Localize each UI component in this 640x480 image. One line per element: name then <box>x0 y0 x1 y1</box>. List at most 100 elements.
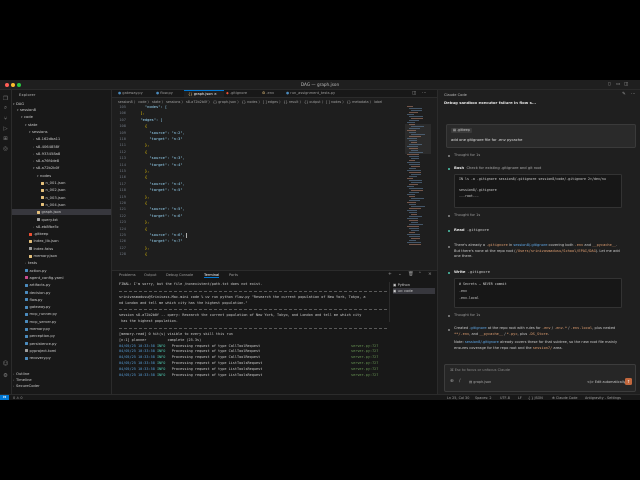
tree-file[interactable]: index_lib.json <box>12 238 111 244</box>
tree-folder[interactable]: › s8-eb8fbe5c <box>12 224 111 230</box>
layout-split-icon[interactable]: ◫ <box>624 82 628 87</box>
tab-env[interactable]: ⚙ .env <box>258 90 284 97</box>
tree-file[interactable]: flow.py <box>12 297 111 303</box>
minimap[interactable] <box>405 104 431 254</box>
end-of-line[interactable]: LF <box>518 396 522 400</box>
tree-file[interactable]: artifacts.py <box>12 282 111 288</box>
tab-gitignore[interactable]: ◆ .gitignore <box>222 90 260 97</box>
tab-gateway[interactable]: ● gateway.py <box>114 90 154 97</box>
log-timestamp: 04/05/25 10:33:58 <box>119 349 155 354</box>
tree-folder[interactable]: ▾session8 <box>12 107 111 113</box>
tree-folder[interactable]: ▾nodes <box>12 173 111 179</box>
tree-file[interactable]: graph.json <box>12 209 111 216</box>
indentation[interactable]: Spaces: 2 <box>475 396 491 400</box>
maximize-panel-icon[interactable]: ⌃ <box>418 272 422 277</box>
panel-tab-problems[interactable]: Problems <box>119 273 136 277</box>
kill-terminal-icon[interactable]: 🗑 <box>408 272 414 277</box>
more-icon[interactable]: ⋯ <box>631 92 636 97</box>
tree-folder[interactable]: › s8-4064858f <box>12 144 111 150</box>
antigravity-settings[interactable]: Antigravity - Settings <box>585 396 621 400</box>
tree-file[interactable]: decision.py <box>12 290 111 296</box>
tree-folder[interactable]: ▾state <box>12 122 111 128</box>
minimap-line <box>407 234 420 235</box>
claude-input[interactable]: ⌘ Esc to focus or unfocus Claude <box>450 368 510 372</box>
line-text: { <box>136 124 148 129</box>
securecoder-section[interactable]: › SecureCoder <box>13 383 111 389</box>
tree-file[interactable]: persistence.py <box>12 341 111 347</box>
layout-sidebar-icon[interactable]: ▯ <box>608 82 610 87</box>
minimap-line <box>409 144 422 145</box>
claude-status[interactable]: ✻ Claude Code <box>552 396 577 400</box>
tree-folder[interactable]: ▾sessions <box>12 129 111 135</box>
accounts-icon[interactable]: ☺ <box>2 360 9 367</box>
breadcrumb[interactable]: session8 〉 code 〉 state 〉 sessions 〉 s8-… <box>118 99 382 104</box>
bash-tool-output[interactable]: IN ls -a .gitignore session8/.gitignore … <box>454 174 622 208</box>
write-tool-output[interactable]: # Secrets — NEVER commit .env .env.local <box>454 278 622 308</box>
tree-file[interactable]: gateway.py <box>12 304 111 310</box>
tree-file[interactable]: memory.py <box>12 326 111 332</box>
tree-file[interactable]: mcp_runner.py <box>12 311 111 317</box>
run-debug-icon[interactable]: ▷ <box>2 125 9 132</box>
new-terminal-icon[interactable]: + <box>388 272 392 277</box>
tree-file[interactable]: agent_config.yaml <box>12 275 111 281</box>
terminal-output[interactable]: FINAL: I'm sorry, but the file /nonexist… <box>119 282 387 392</box>
log-message: Processing request of type ListToolsRequ… <box>171 366 263 371</box>
new-chat-icon[interactable]: ✎ <box>622 92 626 97</box>
claude-input-box[interactable]: ⌘ Esc to focus or unfocus Claude ⊕ / ▤ g… <box>444 364 636 392</box>
encoding[interactable]: UTF-8 <box>500 396 510 400</box>
session-title[interactable]: Debug sandbox executor failure in flow s… <box>444 100 536 105</box>
attached-file-chip[interactable]: ▤ .gitkeep <box>451 128 472 133</box>
tab-graph-json[interactable]: {} graph.json × <box>184 90 224 97</box>
send-icon[interactable]: ↑ <box>625 378 632 385</box>
tree-file[interactable]: memory.json <box>12 253 111 259</box>
terminal-dropdown-icon[interactable]: ⌄ <box>398 272 402 277</box>
tree-file[interactable]: action.py <box>12 268 111 274</box>
tree-file[interactable]: recovery.py <box>12 355 111 361</box>
panel-tab-debug-console[interactable]: Debug Console <box>166 273 193 277</box>
tree-folder[interactable]: › s8-a76f4de8 <box>12 158 111 164</box>
tab-run-assignment-tests[interactable]: ● run_assignment_tests.py <box>282 90 350 97</box>
tab-flow[interactable]: ● flow.py <box>152 90 186 97</box>
tree-file[interactable]: index.faiss <box>12 246 111 252</box>
tree-folder[interactable]: ▾s8-a72b2b0f <box>12 165 111 171</box>
tree-file[interactable]: n_003.json <box>12 195 111 201</box>
remote-icon[interactable]: ◎ <box>2 145 9 152</box>
code-view[interactable]: 105 "nodes": [106 ], 107 "edges": [108 {1… <box>112 104 437 258</box>
tree-file[interactable]: .gitkeep <box>12 231 111 237</box>
search-icon[interactable]: ⌕ <box>2 105 9 112</box>
tree-file[interactable]: n_001.json <box>12 180 111 186</box>
files-icon[interactable]: ❐ <box>2 95 9 102</box>
permission-mode-button[interactable]: </> Edit automatically <box>587 380 626 384</box>
tree-file[interactable]: n_002.json <box>12 187 111 193</box>
tree-file[interactable]: query.txt <box>12 217 111 223</box>
terminal-item-uv-code[interactable]: ▣ uv: code <box>393 288 435 294</box>
settings-icon[interactable]: ⚙ <box>2 372 9 379</box>
tree-folder[interactable]: › s8-162dba11 <box>12 136 111 142</box>
tree-folder[interactable]: ▾code <box>12 114 111 120</box>
panel-tab-ports[interactable]: Ports <box>229 273 238 277</box>
panel-tab-output[interactable]: Output <box>144 273 156 277</box>
minimap-line <box>411 166 420 167</box>
minimap-line <box>409 188 423 189</box>
close-panel-icon[interactable]: × <box>428 272 432 277</box>
tree-file[interactable]: pyproject.toml <box>12 348 111 354</box>
layout-panel-icon[interactable]: ▭ <box>616 82 620 87</box>
remote-indicator-icon[interactable]: ⋈ <box>0 395 9 400</box>
tree-file[interactable]: perception.py <box>12 333 111 339</box>
context-file-chip[interactable]: ▤ graph.json <box>469 380 491 384</box>
extensions-icon[interactable]: ⊞ <box>2 135 9 142</box>
panel-tab-terminal[interactable]: Terminal <box>204 273 220 278</box>
problems-indicator[interactable]: 0 ⚠ 0 <box>13 396 23 400</box>
close-tab-icon[interactable]: × <box>214 92 217 96</box>
tree-file[interactable]: n_004.json <box>12 202 111 208</box>
cursor-position[interactable]: Ln 25, Col 30 <box>447 396 469 400</box>
split-editor-icon[interactable]: ◫ <box>412 91 416 96</box>
language-mode[interactable]: { } JSON <box>528 396 543 400</box>
tree-folder[interactable]: › tests <box>12 260 111 266</box>
tree-folder[interactable]: › s8-933458a8 <box>12 151 111 157</box>
slash-commands-icon[interactable]: / <box>459 379 461 384</box>
tree-file[interactable]: mcp_server.py <box>12 319 111 325</box>
more-actions-icon[interactable]: ⋯ <box>422 91 427 96</box>
source-control-icon[interactable]: ⑂ <box>2 115 9 122</box>
attach-icon[interactable]: ⊕ <box>450 379 454 384</box>
